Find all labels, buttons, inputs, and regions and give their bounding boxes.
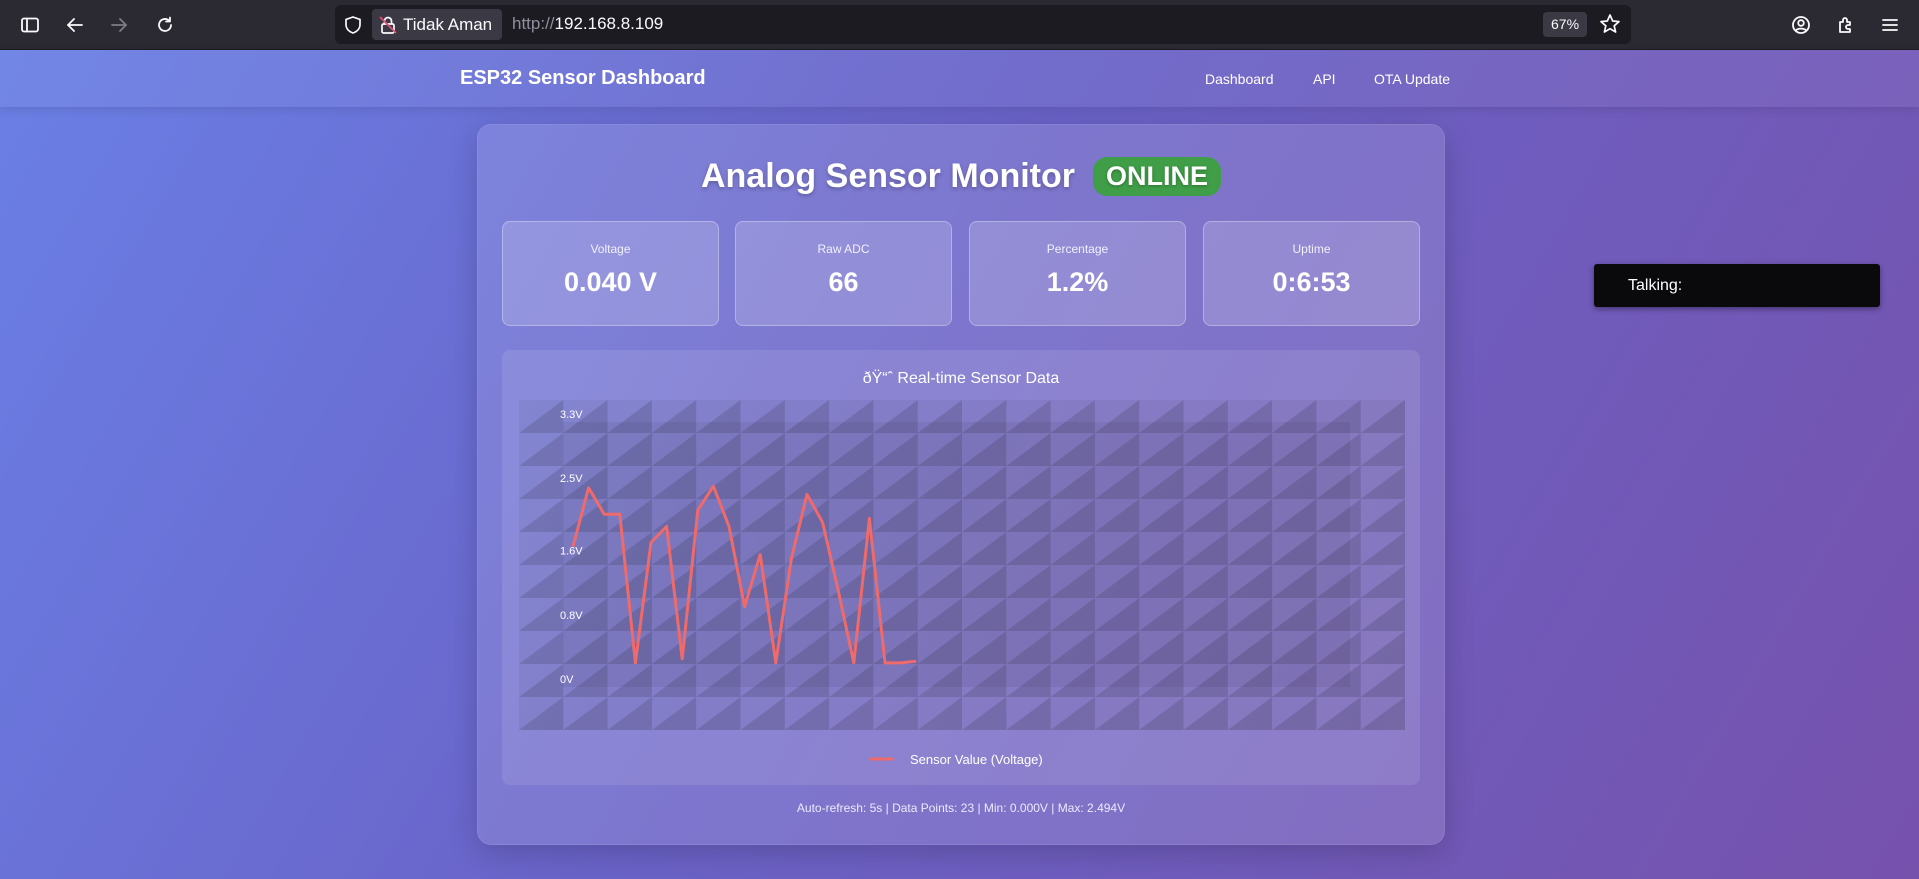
y-tick-label: 0.8V xyxy=(560,610,583,622)
url-protocol: http:// xyxy=(512,14,555,33)
stat-card-raw-adc: Raw ADC 66 xyxy=(735,221,952,326)
insecure-lock-icon xyxy=(379,15,397,34)
y-tick-label: 3.3V xyxy=(560,409,583,421)
stat-label: Percentage xyxy=(1046,242,1109,256)
stat-value: 0:6:53 xyxy=(1272,267,1351,297)
nav-link-ota-update[interactable]: OTA Update xyxy=(1374,71,1450,87)
site-navbar: ESP32 Sensor Dashboard Dashboard API OTA… xyxy=(0,50,1919,107)
extensions-puzzle-icon[interactable] xyxy=(1832,11,1860,39)
bookmark-star-icon[interactable] xyxy=(1599,13,1621,35)
refresh-info-footer: Auto-refresh: 5s | Data Points: 23 | Min… xyxy=(796,801,1126,815)
sidebar-toggle-icon[interactable] xyxy=(16,11,44,39)
status-badge: ONLINE xyxy=(1092,156,1221,196)
card-header: Analog Sensor Monitor ONLINE xyxy=(478,153,1444,199)
legend-label[interactable]: Sensor Value (Voltage) xyxy=(910,752,1043,767)
stat-card-percentage: Percentage 1.2% xyxy=(969,221,1186,326)
url-text[interactable]: http://192.168.8.109 xyxy=(512,14,663,34)
stat-value: 1.2% xyxy=(1046,267,1109,297)
stat-label: Raw ADC xyxy=(817,242,870,256)
y-tick-label: 0V xyxy=(560,674,574,686)
stat-value: 0.040 V xyxy=(563,267,658,297)
back-arrow-icon[interactable] xyxy=(61,11,89,39)
sensor-line-chart: 0V 0.8V 1.6V 2.5V 3.3V Sensor Value (Voltage… xyxy=(519,400,1405,767)
chart-panel: ðŸ“ˆ Real-time Sensor Data 0V 0.8V 1.6V 2.5… xyxy=(502,350,1420,785)
site-security-indicator[interactable]: Tidak Aman xyxy=(372,9,503,40)
browser-toolbar: Tidak Aman http://192.168.8.109 67% xyxy=(0,0,1919,50)
stat-label: Uptime xyxy=(1292,242,1331,256)
nav-link-dashboard[interactable]: Dashboard xyxy=(1205,71,1274,87)
menu-hamburger-icon[interactable] xyxy=(1876,11,1904,39)
dashboard-card: Analog Sensor Monitor ONLINE Voltage 0.0… xyxy=(477,124,1445,845)
stat-card-voltage: Voltage 0.040 V xyxy=(502,221,719,326)
security-label: Tidak Aman xyxy=(403,14,493,34)
url-host: 192.168.8.109 xyxy=(554,14,664,33)
page-title: Analog Sensor Monitor xyxy=(700,156,1075,195)
stat-value: 66 xyxy=(828,267,859,297)
zoom-level-badge[interactable]: 67% xyxy=(1543,12,1588,37)
account-icon[interactable] xyxy=(1787,11,1815,39)
tracking-shield-icon[interactable] xyxy=(343,15,363,35)
y-tick-label: 2.5V xyxy=(560,473,583,485)
talking-overlay: Talking: xyxy=(1594,264,1880,307)
talking-label: Talking: xyxy=(1628,277,1683,294)
reload-icon[interactable] xyxy=(151,11,179,39)
nav-link-api[interactable]: API xyxy=(1313,71,1336,87)
stat-card-uptime: Uptime 0:6:53 xyxy=(1203,221,1420,326)
address-bar[interactable]: Tidak Aman http://192.168.8.109 67% xyxy=(335,5,1631,44)
forward-arrow-icon[interactable] xyxy=(105,11,133,39)
site-title[interactable]: ESP32 Sensor Dashboard xyxy=(460,67,706,90)
y-tick-label: 1.6V xyxy=(560,546,583,558)
stat-label: Voltage xyxy=(590,242,631,256)
